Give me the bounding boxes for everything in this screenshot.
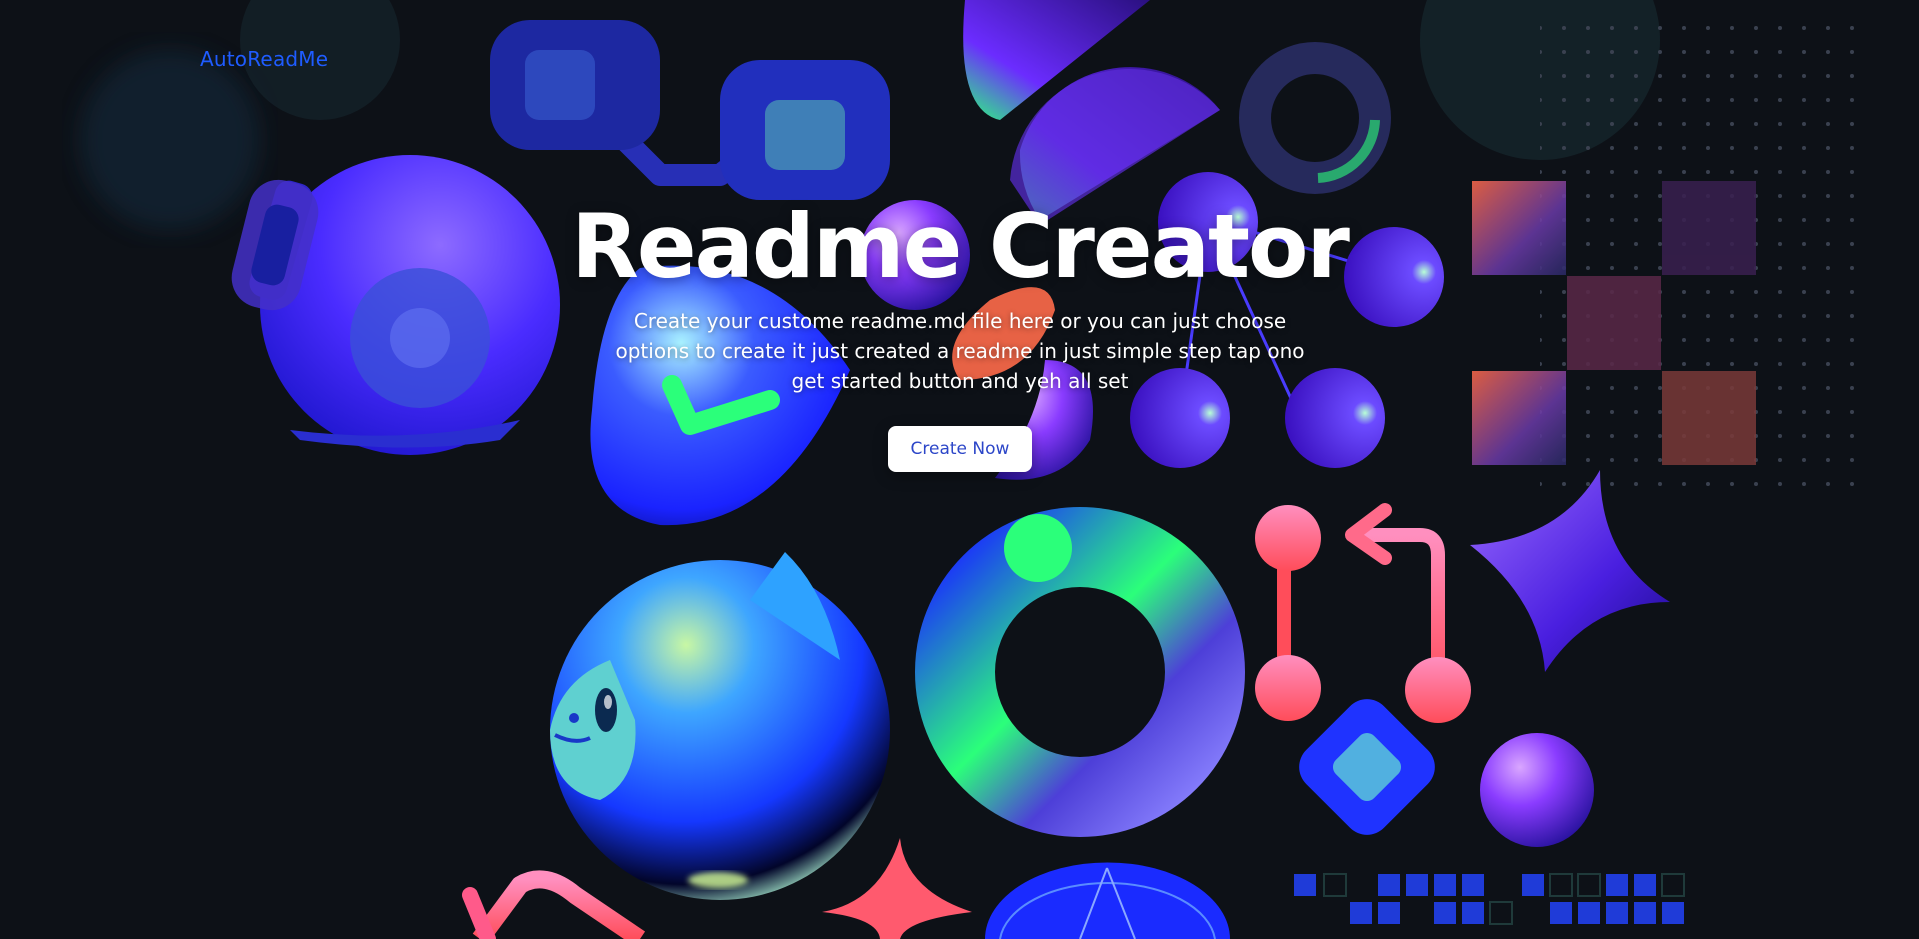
sphere-icon [1480,733,1594,847]
page-title: Readme Creator [571,195,1350,298]
hero-subtitle: Create your custome readme.md file here … [615,309,1305,393]
return-arrow-icon [462,870,646,939]
ring-icon [1239,42,1391,194]
brand-logo[interactable]: AutoReadMe [200,47,328,71]
pull-request-icon [1255,503,1471,723]
radar-dome-icon [985,862,1230,939]
hero-section: AutoReadMe Readme Creator Create your cu… [0,0,1919,939]
create-now-button[interactable]: Create Now [888,426,1032,472]
donut-icon [915,507,1245,837]
branch-flow-icon [490,20,890,200]
pixel-grid-pattern [1294,873,1685,925]
pig-mascot-icon [550,552,890,900]
